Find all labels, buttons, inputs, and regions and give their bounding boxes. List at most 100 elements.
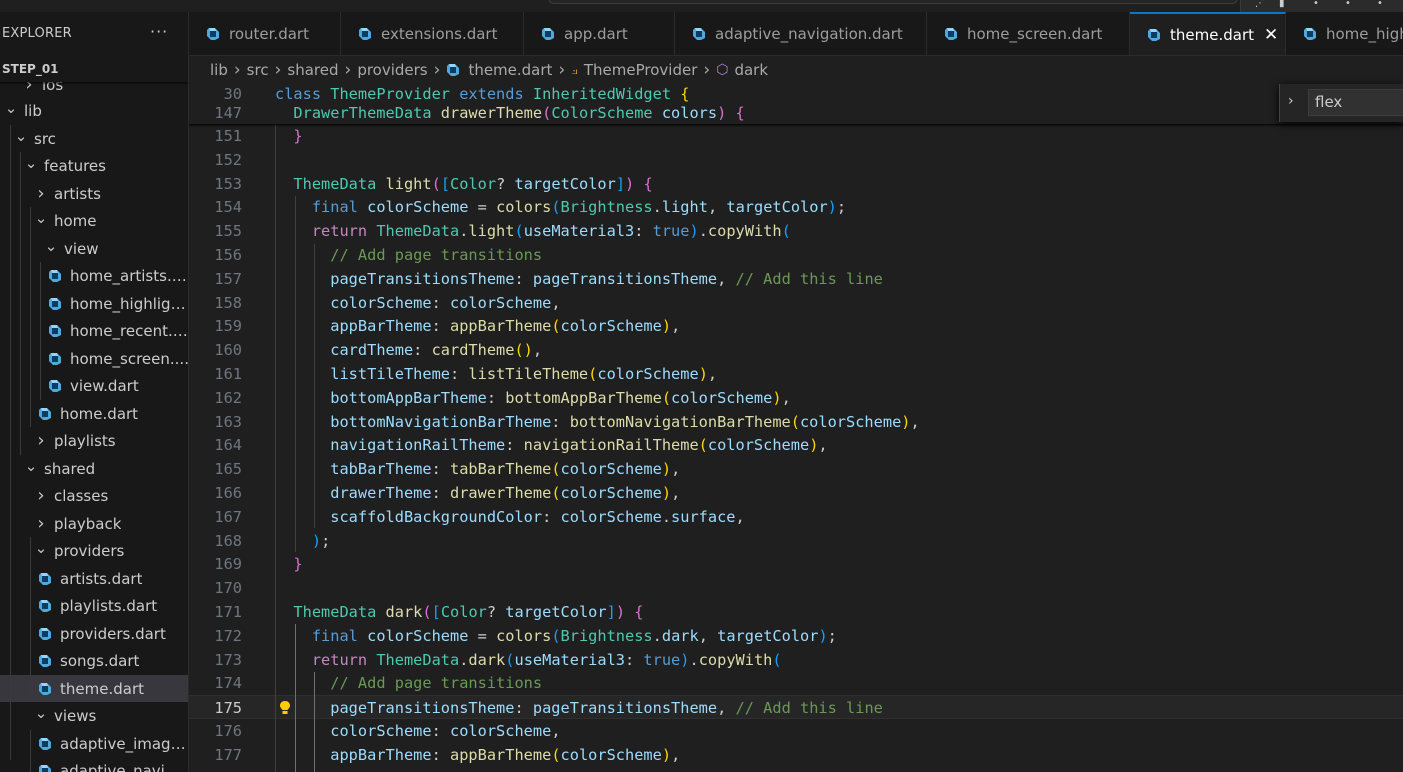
line-number: 171 xyxy=(214,603,242,621)
code-token: pageTransitionsTheme xyxy=(532,699,718,717)
folder-item[interactable]: › artists xyxy=(0,180,188,207)
file-item[interactable]: home_highligh... xyxy=(0,290,188,317)
folder-item[interactable]: ⌄ lib xyxy=(0,97,188,124)
file-item[interactable]: artists.dart xyxy=(0,565,188,592)
folder-item[interactable]: › classes xyxy=(0,482,188,509)
tab-label: app.dart xyxy=(564,25,628,43)
command-center[interactable] xyxy=(548,0,1238,4)
line-number: 174 xyxy=(214,674,242,692)
toggle-panel-icon[interactable]: ▮ xyxy=(1279,0,1285,9)
indent-guide xyxy=(275,124,276,772)
code-token: : xyxy=(514,699,533,717)
code-token: drawerTheme xyxy=(330,484,432,502)
dart-file-svg xyxy=(39,737,51,750)
code-token: // Add page transitions xyxy=(330,246,543,264)
breadcrumb-separator-icon: › xyxy=(344,60,352,80)
tab-extensions-dart[interactable]: extensions.dart xyxy=(341,12,524,55)
code-line: 151 } xyxy=(189,124,1403,148)
code-token: colorScheme xyxy=(597,365,699,383)
code-line: 30 class ThemeProvider extends InheritedW… xyxy=(189,84,1403,104)
close-icon[interactable]: ✕ xyxy=(1264,25,1278,45)
code-text: listTileTheme: listTileTheme(colorScheme… xyxy=(275,362,717,386)
file-item[interactable]: songs.dart xyxy=(0,647,188,674)
folder-item[interactable]: ⌄ src xyxy=(0,125,188,152)
breadcrumb-item[interactable]: theme.dart xyxy=(468,61,552,79)
tab-home-high[interactable]: home_high xyxy=(1286,12,1403,55)
more-actions-icon[interactable]: ··· xyxy=(150,22,168,41)
code-token: ThemeData xyxy=(293,175,386,193)
folder-item[interactable]: ⌄ features xyxy=(0,152,188,179)
folder-item[interactable]: ⌄ view xyxy=(0,235,188,262)
breadcrumb-item[interactable]: dark xyxy=(734,61,768,79)
code-token: ) xyxy=(661,317,672,335)
breadcrumb-item[interactable]: lib xyxy=(210,61,228,79)
tab-app-dart[interactable]: app.dart xyxy=(524,12,675,55)
code-line: 162 bottomAppBarTheme: bottomAppBarTheme… xyxy=(189,386,1403,410)
line-number: 30 xyxy=(223,85,242,103)
file-item[interactable]: home_artists.d... xyxy=(0,262,188,289)
drag-dots-icon[interactable]: ⋰ xyxy=(1255,0,1265,9)
code-text: bottomNavigationBarTheme: bottomNavigati… xyxy=(275,410,919,434)
line-number: 176 xyxy=(214,722,242,740)
code-token: appBarTheme xyxy=(330,746,432,764)
tab-adaptive-navigation-dart[interactable]: adaptive_navigation.dart xyxy=(675,12,927,55)
code-token: pageTransitionsTheme xyxy=(532,270,718,288)
code-token: ] xyxy=(606,603,616,621)
toggle-replace-icon[interactable]: › xyxy=(1288,93,1294,109)
file-item[interactable]: theme.dart xyxy=(0,675,188,702)
folder-item[interactable]: ⌄ home xyxy=(0,207,188,234)
breadcrumb-item[interactable]: ThemeProvider xyxy=(584,61,698,79)
breadcrumb-item[interactable]: src xyxy=(247,61,269,79)
code-token: final xyxy=(311,198,368,216)
code-line: 158 colorScheme: colorScheme, xyxy=(189,291,1403,315)
code-token: . xyxy=(652,627,662,645)
tree-item-label: playback xyxy=(54,514,122,533)
code-line: 170 xyxy=(189,576,1403,600)
file-item[interactable]: adaptive_naviga... xyxy=(0,757,188,772)
folder-item[interactable]: › playlists xyxy=(0,427,188,454)
line-number: 162 xyxy=(214,389,242,407)
tab-theme-dart[interactable]: theme.dart ✕ xyxy=(1130,12,1286,55)
indent-guide xyxy=(295,196,296,552)
file-item[interactable]: adaptive_image... xyxy=(0,730,188,757)
code-editor[interactable]: 151 } 152 153 ThemeData light([Color? targ… xyxy=(189,84,1403,772)
maximize-dot-icon[interactable]: • xyxy=(1345,0,1351,9)
dart-file-icon xyxy=(38,572,52,586)
file-item[interactable]: home_screen.... xyxy=(0,345,188,372)
code-line: 173 return ThemeData. dark (useMaterial3: … xyxy=(189,648,1403,672)
folder-item[interactable]: ⌄ views xyxy=(0,702,188,729)
code-token: return xyxy=(311,222,377,240)
minimize-dot-icon[interactable]: • xyxy=(1313,0,1319,9)
code-token: . xyxy=(661,508,672,526)
project-header[interactable]: STEP_01 xyxy=(0,56,188,82)
dart-file-icon xyxy=(358,27,372,41)
file-item[interactable]: home.dart xyxy=(0,400,188,427)
close-dot-icon[interactable]: • xyxy=(1377,0,1383,9)
line-number: 152 xyxy=(214,151,242,169)
tab-home-screen-dart[interactable]: home_screen.dart xyxy=(927,12,1130,55)
file-item[interactable]: home_recent.d... xyxy=(0,317,188,344)
folder-item[interactable]: › playback xyxy=(0,510,188,537)
file-item[interactable]: view.dart xyxy=(0,372,188,399)
lightbulb-icon[interactable] xyxy=(279,700,291,716)
find-input[interactable]: flex xyxy=(1308,89,1403,116)
folder-item[interactable]: ⌄ providers xyxy=(0,537,188,564)
code-token: colorScheme xyxy=(450,294,552,312)
code-token: , xyxy=(671,484,681,502)
tree-indent-guide xyxy=(20,152,21,455)
tab-router-dart[interactable]: router.dart xyxy=(189,12,341,55)
code-token: listTileTheme xyxy=(468,365,589,383)
file-item[interactable]: playlists.dart xyxy=(0,592,188,619)
code-token: tabBarTheme xyxy=(330,460,432,478)
folder-item[interactable]: ⌄ shared xyxy=(0,455,188,482)
breadcrumb-item[interactable]: providers xyxy=(357,61,427,79)
code-token: { xyxy=(643,175,653,193)
code-token: : xyxy=(431,460,450,478)
breadcrumb-item[interactable]: shared xyxy=(287,61,338,79)
line-number: 157 xyxy=(214,270,242,288)
file-item[interactable]: providers.dart xyxy=(0,620,188,647)
